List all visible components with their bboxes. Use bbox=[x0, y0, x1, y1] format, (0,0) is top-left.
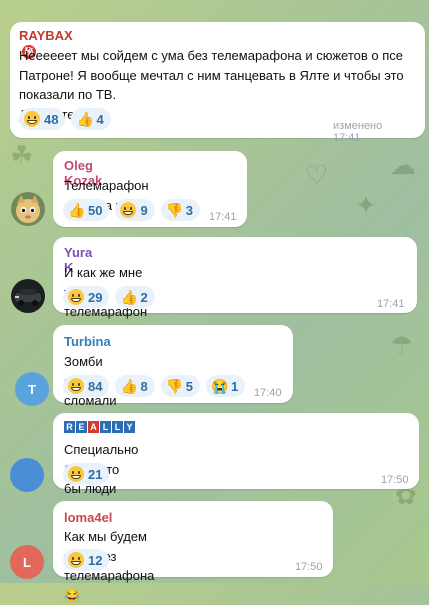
author-name[interactable]: Turbina bbox=[64, 334, 111, 349]
logo-letter: R bbox=[64, 421, 75, 433]
reaction-grin[interactable]: 48 bbox=[19, 108, 66, 130]
message-time: 17:50 bbox=[295, 561, 323, 573]
author-name[interactable]: RAYBAX bbox=[19, 28, 73, 43]
grinning-face-icon bbox=[120, 202, 137, 218]
avatar[interactable]: L bbox=[10, 545, 44, 579]
avatar[interactable] bbox=[11, 279, 45, 313]
reaction-thumbs-down[interactable]: 👎 3 bbox=[160, 199, 200, 221]
text-line: Неееееет мы сойдем с ума без телемарафон… bbox=[19, 48, 403, 63]
reactions-bar: 84 👍 8 👎 5 😭 1 bbox=[63, 375, 246, 397]
reactions-bar: 29 👍 2 bbox=[63, 286, 155, 308]
reaction-grin[interactable]: 84 bbox=[63, 375, 110, 397]
reaction-count: 1 bbox=[230, 378, 239, 394]
avatar[interactable] bbox=[10, 458, 44, 492]
grinning-face-icon bbox=[24, 111, 40, 127]
text-line: показали по ТВ. bbox=[19, 87, 117, 102]
reaction-thumbs-up[interactable]: 👍 8 bbox=[115, 375, 155, 397]
grinning-face-icon bbox=[68, 289, 84, 305]
reaction-thumbs-down[interactable]: 👎 5 bbox=[160, 375, 200, 397]
reaction-count: 9 bbox=[140, 202, 148, 218]
doodle-icon: ✦ bbox=[355, 190, 377, 220]
grinning-face-icon bbox=[68, 378, 84, 394]
message-time: 17:41 bbox=[377, 298, 405, 310]
author-logo[interactable]: R E A L L Y bbox=[64, 421, 135, 433]
avatar[interactable] bbox=[11, 192, 45, 226]
reaction-count: 21 bbox=[88, 466, 103, 482]
reaction-crying[interactable]: 😭 1 bbox=[205, 375, 246, 397]
doodle-icon: ♡ bbox=[305, 160, 329, 190]
reaction-count: 4 bbox=[96, 111, 104, 127]
logo-letter: Y bbox=[124, 421, 135, 433]
reaction-grin[interactable]: 9 bbox=[115, 199, 155, 221]
reactions-bar: 👍 50 9 👎 3 bbox=[63, 199, 200, 221]
message-time: 17:50 bbox=[381, 474, 409, 486]
crying-face-icon: 😭 bbox=[210, 378, 229, 394]
logo-letter: A bbox=[88, 421, 99, 433]
reaction-count: 3 bbox=[185, 202, 193, 218]
reaction-thumbs-up[interactable]: 👍 50 bbox=[63, 199, 110, 221]
avatar[interactable]: T bbox=[15, 372, 49, 406]
reaction-count: 29 bbox=[88, 289, 103, 305]
cat-avatar-icon bbox=[11, 192, 45, 226]
car-avatar-icon bbox=[11, 279, 45, 313]
thumbs-up-icon: 👍 bbox=[120, 378, 138, 394]
grinning-face-icon bbox=[68, 552, 84, 568]
message-time: 17:40 bbox=[254, 387, 282, 399]
doodle-icon: ☁ bbox=[390, 150, 416, 180]
thumbs-up-icon: 👍 bbox=[120, 289, 138, 305]
reaction-count: 2 bbox=[140, 289, 148, 305]
thumbs-down-icon: 👎 bbox=[165, 202, 184, 218]
logo-letter: E bbox=[76, 421, 87, 433]
reaction-count: 8 bbox=[140, 378, 148, 394]
message-time: изменено 17:41 bbox=[333, 120, 383, 144]
reaction-count: 5 bbox=[185, 378, 193, 394]
reactions-bar: 12 bbox=[63, 549, 110, 571]
thumbs-up-icon: 👍 bbox=[68, 202, 86, 218]
logo-letter: L bbox=[112, 421, 123, 433]
message-time: 17:41 bbox=[209, 211, 237, 223]
reaction-thumbs-up[interactable]: 👍 4 bbox=[71, 108, 111, 130]
thumbs-down-icon: 👎 bbox=[165, 378, 184, 394]
reactions-bar: 21 bbox=[63, 463, 110, 485]
grinning-face-icon bbox=[68, 466, 84, 482]
reaction-thumbs-up[interactable]: 👍 2 bbox=[115, 286, 155, 308]
reaction-grin[interactable]: 21 bbox=[63, 463, 110, 485]
author-name[interactable]: loma4el bbox=[64, 510, 112, 525]
doodle-icon: ☘ bbox=[10, 140, 34, 170]
reaction-count: 84 bbox=[88, 378, 103, 394]
thumbs-up-icon: 👍 bbox=[76, 111, 94, 127]
logo-letter: L bbox=[100, 421, 111, 433]
reaction-count: 48 bbox=[44, 111, 59, 127]
reaction-grin[interactable]: 12 bbox=[63, 549, 110, 571]
doodle-icon: ☂ bbox=[390, 330, 414, 360]
reaction-count: 12 bbox=[88, 552, 103, 568]
reactions-bar: 48 👍 4 bbox=[19, 108, 111, 130]
reaction-grin[interactable]: 29 bbox=[63, 286, 110, 308]
text-line: Патроне! Я вообще мечтал с ним танцевать… bbox=[19, 67, 404, 83]
reaction-count: 50 bbox=[88, 202, 103, 218]
chat-history[interactable]: ☁ ✦ ♡ ☂ ☘ ✿ RAYBAX秘 Неееееет мы сойдем с… bbox=[0, 0, 429, 603]
